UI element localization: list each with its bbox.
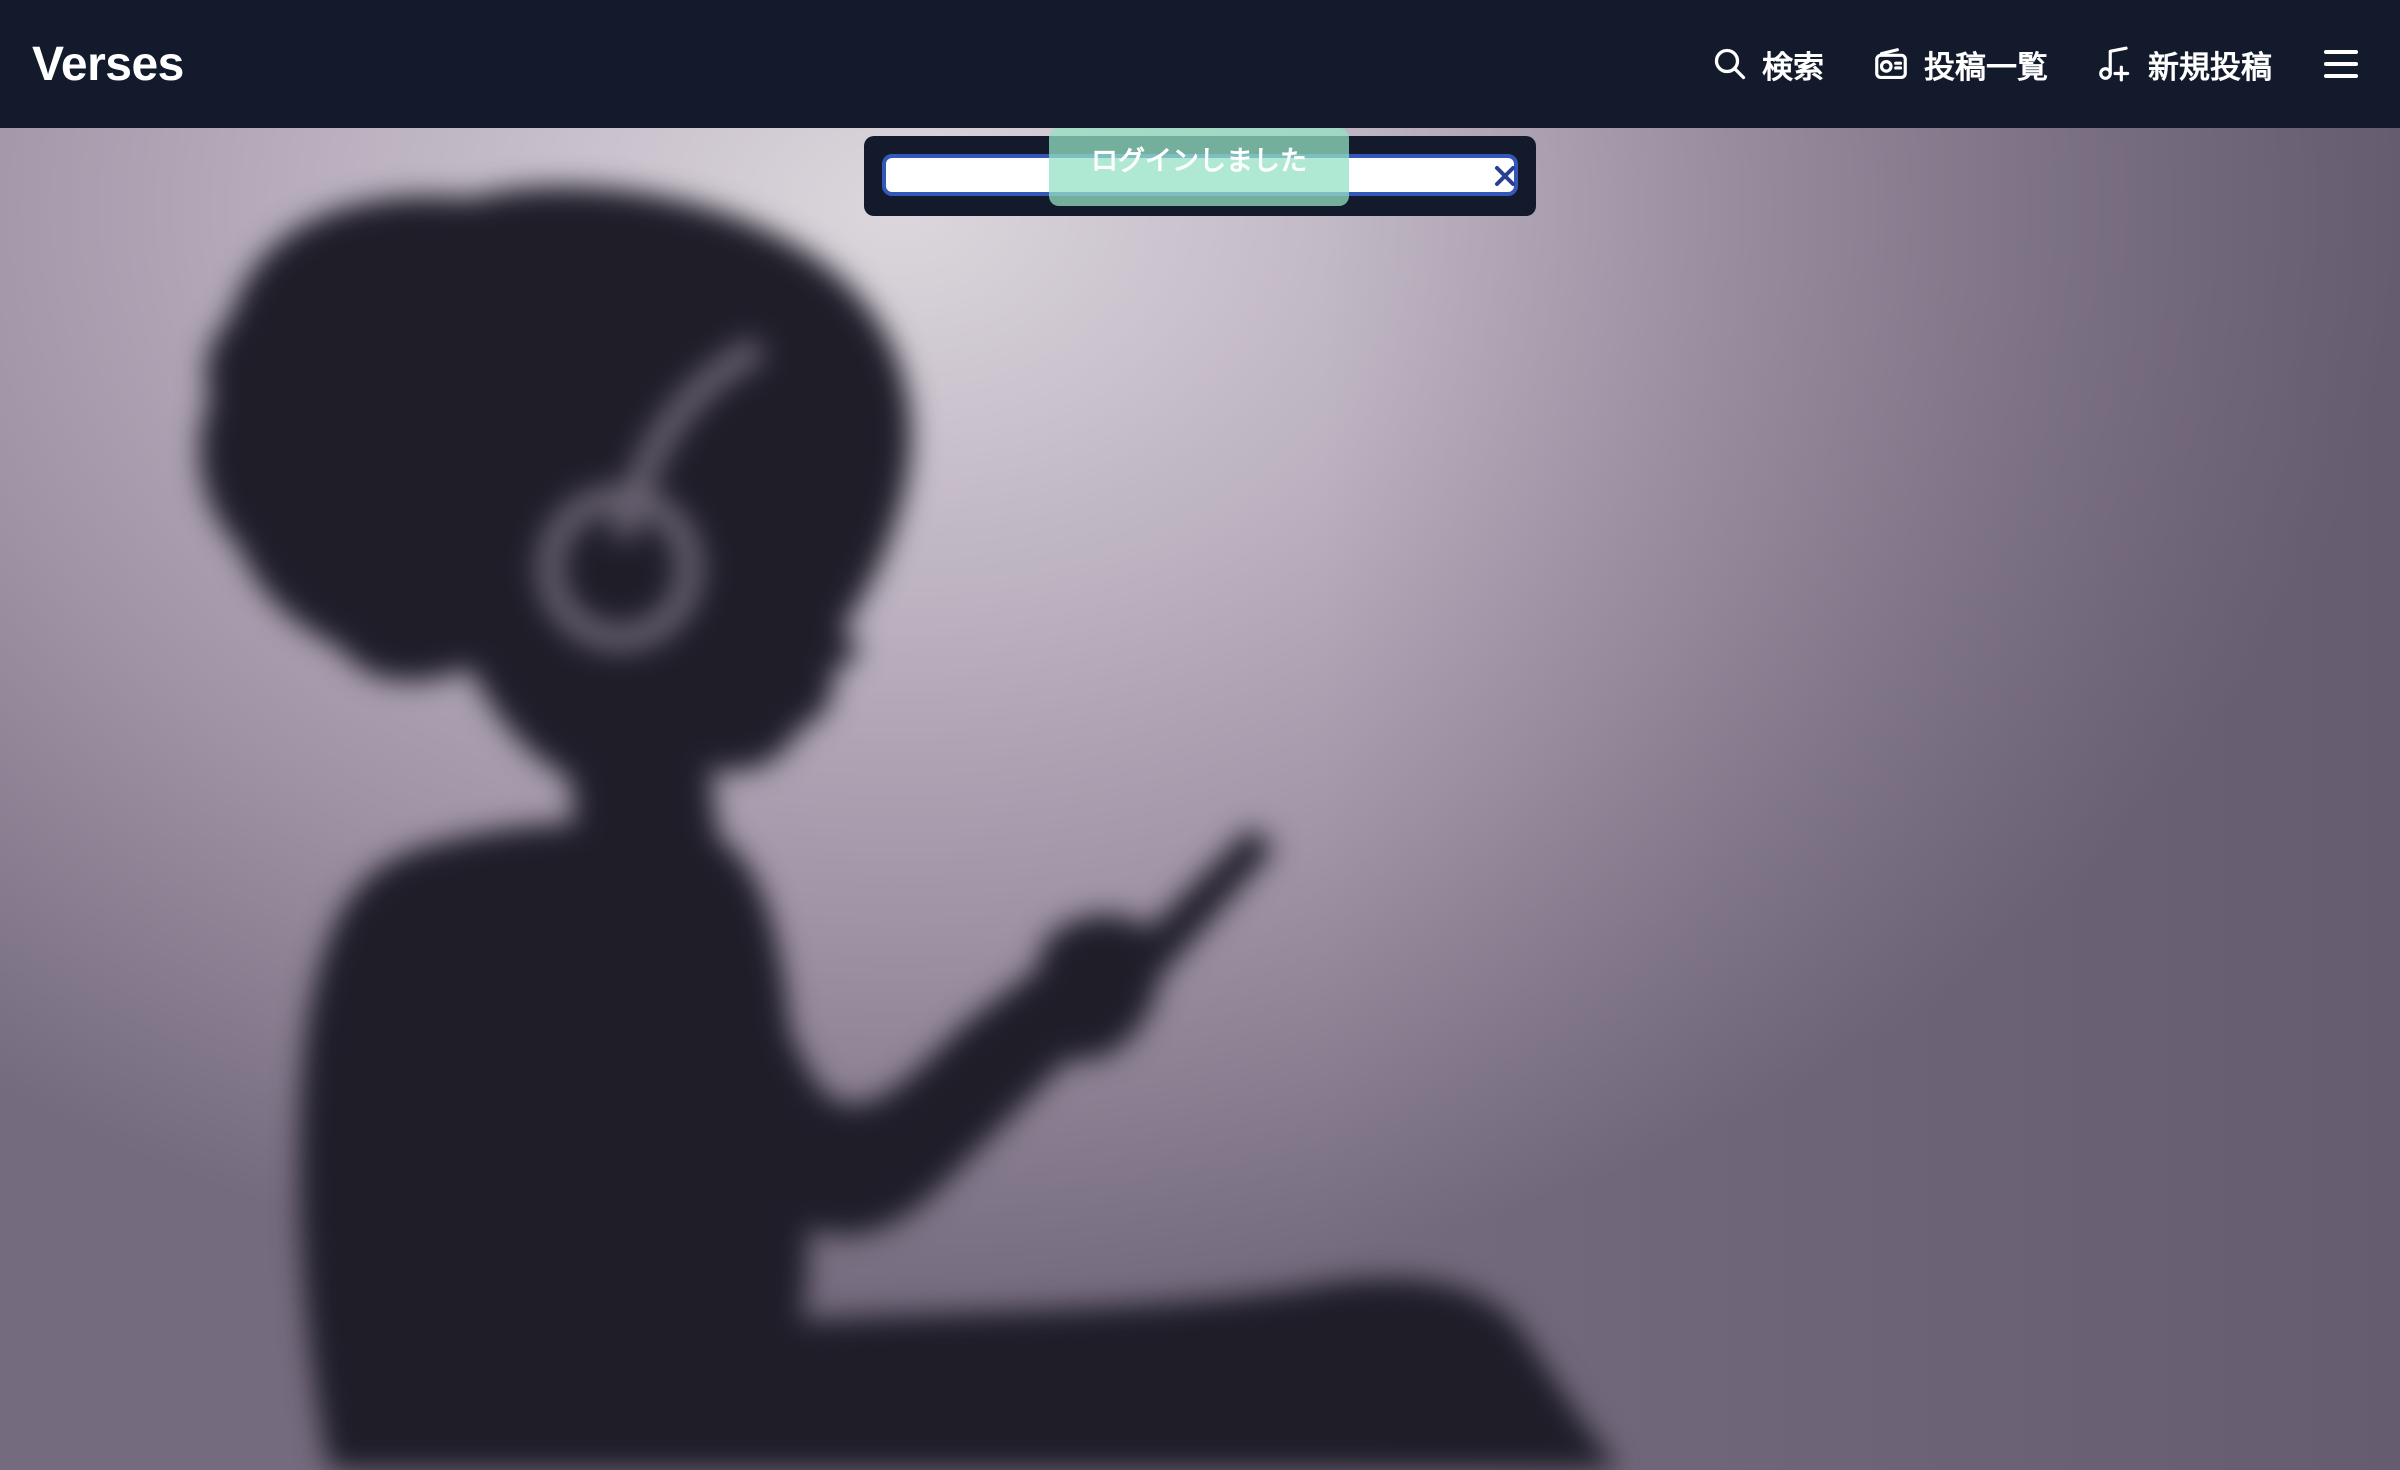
main-nav: 検索 投稿一覧 新規投稿 [1664, 0, 2360, 128]
nav-search-label: 検索 [1762, 49, 1824, 86]
silhouette-illustration [200, 186, 1620, 1470]
top-navbar: Verses 検索 投稿一覧 新規投稿 [0, 0, 2400, 128]
hamburger-menu-icon [2324, 50, 2358, 78]
music-note-plus-icon [2099, 46, 2130, 82]
flash-message-text: ログインしました [1049, 128, 1349, 206]
nav-posts-list-label: 投稿一覧 [1924, 49, 2048, 86]
nav-posts-list[interactable]: 投稿一覧 [1872, 42, 2048, 87]
radio-icon [1875, 48, 1907, 80]
page: Verses 検索 投稿一覧 新規投稿 ログインしました [0, 0, 2400, 1470]
hero-background-image [0, 128, 2400, 1470]
app-logo[interactable]: Verses [32, 37, 184, 92]
nav-new-post-label: 新規投稿 [2148, 49, 2272, 86]
search-icon [1714, 48, 1746, 80]
hamburger-menu-button[interactable] [2322, 47, 2360, 81]
nav-search[interactable]: 検索 [1712, 42, 1824, 87]
flash-message: ログインしました [864, 128, 1536, 216]
nav-new-post[interactable]: 新規投稿 [2096, 42, 2272, 87]
close-icon[interactable] [1492, 163, 1518, 189]
